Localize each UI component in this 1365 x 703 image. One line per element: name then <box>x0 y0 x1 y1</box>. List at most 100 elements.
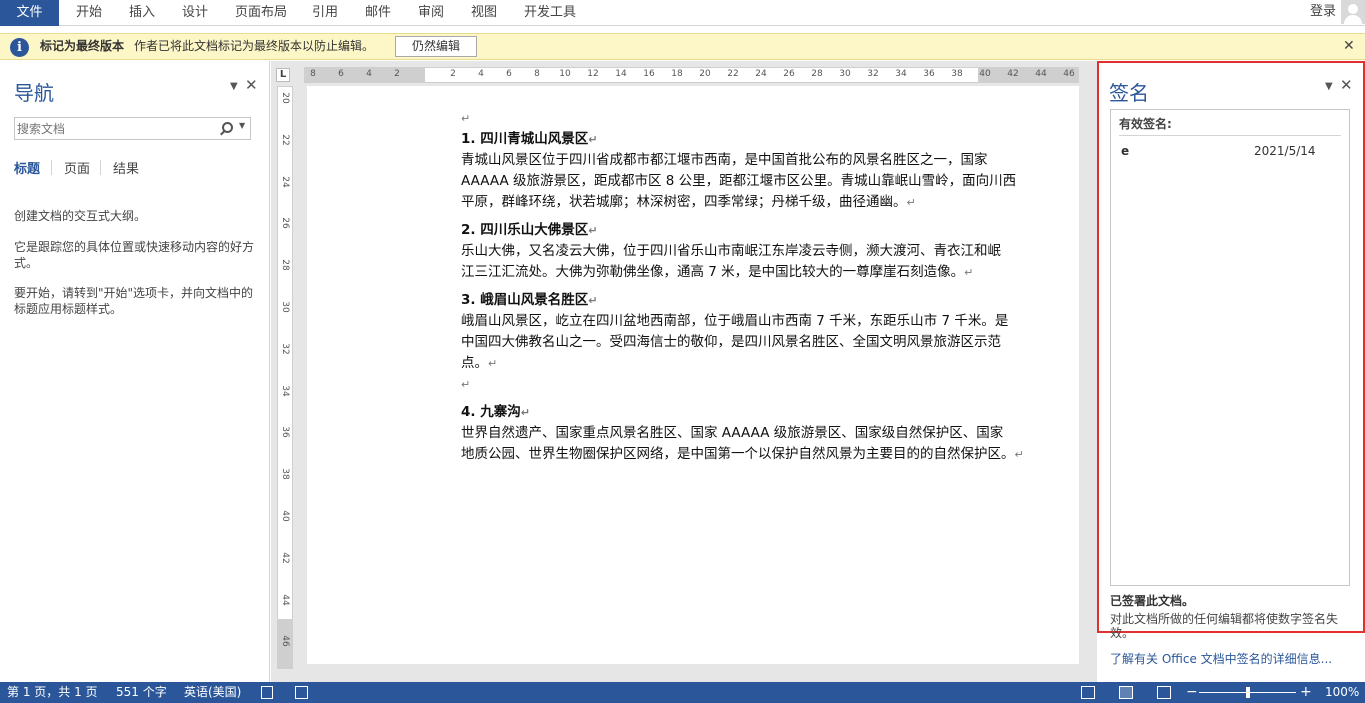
ruler-tick-label: 6 <box>506 69 512 79</box>
ruler-tick-label: 18 <box>671 69 683 79</box>
paragraph-line: 乐山大佛，又名凌云大佛，位于四川省乐山市南岷江东岸凌云寺侧，濒大渡河、青衣江和岷 <box>461 243 1001 259</box>
tab-page-layout[interactable]: 页面布局 <box>235 0 287 26</box>
tab-stop-selector[interactable]: L <box>276 68 290 82</box>
horizontal-ruler[interactable]: 8 6 4 2 2 4 6 8 10 12 14 16 18 20 22 24 26 28 30 32 34 36 38 40… <box>304 67 1079 83</box>
info-icon: i <box>10 38 29 57</box>
ruler-tick-label: 44 <box>1035 69 1047 79</box>
web-layout-icon[interactable] <box>1157 686 1171 699</box>
edit-anyway-button[interactable]: 仍然编辑 <box>395 36 477 57</box>
ruler-tick-label: 44 <box>280 593 290 606</box>
ruler-tick-label: 42 <box>280 552 290 564</box>
ruler-tick-label: 22 <box>280 134 290 146</box>
close-icon[interactable]: ✕ <box>1340 76 1353 94</box>
tab-references[interactable]: 引用 <box>312 0 338 26</box>
document-page[interactable]: ↵ 1. 四川青城山风景区↵ 青城山风景区位于四川省成都市都江堰市西南，是中国首批公… <box>307 86 1079 664</box>
signed-status: 已签署此文档。 <box>1110 594 1195 608</box>
nav-tab-results[interactable]: 结果 <box>113 158 139 177</box>
tab-review[interactable]: 审阅 <box>418 0 444 26</box>
nav-help-text: 要开始，请转到"开始"选项卡，并向文档中的标题应用标题样式。 <box>14 286 254 316</box>
ruler-tick-label: 28 <box>280 259 290 271</box>
paragraph-line: AAAAA 级旅游景区，距成都市区 8 公里，距都江堰市区公里。青城山靠岷山雪岭… <box>461 173 1017 189</box>
ruler-tick-label: 32 <box>280 343 290 355</box>
read-mode-icon[interactable] <box>1081 686 1095 699</box>
nav-help-text: 创建文档的交互式大纲。 <box>14 209 147 223</box>
document-section: 4. 九寨沟↵ 世界自然遗产、国家重点风景名胜区、国家 AAAAA 级旅游景区、国… <box>461 402 1031 465</box>
paragraph-mark-icon: ↵ <box>588 133 598 146</box>
ruler-tick-label: 34 <box>895 69 907 79</box>
language[interactable]: 英语(美国) <box>184 682 241 703</box>
ruler-tick-label: 28 <box>811 69 823 79</box>
divider <box>1119 135 1341 136</box>
ruler-tick-label: 36 <box>280 426 290 439</box>
ruler-tick-label: 22 <box>727 69 739 79</box>
document-section: 3. 峨眉山风景名胜区↵ 峨眉山风景区，屹立在四川盆地西南部，位于峨眉山市西南 7… <box>461 290 1031 395</box>
proofing-icon[interactable] <box>261 686 273 699</box>
paragraph-line: 地质公园、世界生物圈保护区网络，是中国第一个以保护自然风景为主要目的的自然保护区… <box>461 446 1015 462</box>
ruler-tick-label: 38 <box>951 69 963 79</box>
tab-view[interactable]: 视图 <box>471 0 497 26</box>
ruler-tick-label: 42 <box>1007 69 1019 79</box>
paragraph-line: 江三江汇流处。大佛为弥勒佛坐像，通高 7 米，是中国比较大的一尊摩崖石刻造像。 <box>461 264 965 280</box>
paragraph-line: 平原，群峰环绕，状若城廓；林深树密，四季常绿；丹梯千级，曲径通幽。 <box>461 194 907 210</box>
tab-design[interactable]: 设计 <box>182 0 208 26</box>
vertical-ruler[interactable]: 20 22 24 26 28 30 32 34 36 38 40 42 44 46 <box>277 86 293 669</box>
ruler-tick-label: 12 <box>587 69 599 79</box>
search-box: ▼ <box>14 117 251 140</box>
divider <box>51 160 52 175</box>
signature-list: 有效签名: e 2021/5/14 <box>1110 109 1350 586</box>
paragraph-mark-icon: ↵ <box>964 266 974 279</box>
ruler-tick-label: 26 <box>280 217 290 230</box>
tab-home[interactable]: 开始 <box>76 0 102 26</box>
zoom-slider-thumb[interactable] <box>1245 687 1250 698</box>
message-title: 标记为最终版本 <box>40 39 125 53</box>
navigation-pane: 导航 ▼ ✕ ▼ 标题 页面 结果 创建文档的交互式大纲。 它是跟踪您的具体位置… <box>0 61 270 682</box>
heading-text: 2. 四川乐山大佛景区 <box>461 222 589 238</box>
ruler-tick-label: 16 <box>643 69 655 79</box>
tab-insert[interactable]: 插入 <box>129 0 155 26</box>
signatures-pane-title: 签名 <box>1109 81 1149 105</box>
chevron-down-icon[interactable]: ▼ <box>239 121 245 130</box>
signer-name[interactable]: e <box>1121 144 1129 158</box>
empty-paragraph: ↵ <box>461 108 1031 129</box>
section-heading: 3. 峨眉山风景名胜区↵ <box>461 290 1031 311</box>
signature-warning: 对此文档所做的任何编辑都将使数字签名失效。 <box>1110 612 1339 640</box>
message-bar: i 标记为最终版本 作者已将此文档标记为最终版本以防止编辑。 仍然编辑 ✕ <box>0 33 1365 60</box>
paragraph-line: 点。 <box>461 355 488 371</box>
ruler-tick-label: 30 <box>839 69 851 79</box>
zoom-level[interactable]: 100% <box>1325 682 1359 703</box>
word-count[interactable]: 551 个字 <box>116 682 167 703</box>
zoom-out-button[interactable]: − <box>1186 682 1198 703</box>
print-layout-icon[interactable] <box>1119 686 1133 699</box>
zoom-in-button[interactable]: + <box>1300 682 1312 703</box>
paragraph-mark-icon: ↵ <box>461 378 471 391</box>
tab-mailings[interactable]: 邮件 <box>365 0 391 26</box>
paragraph-mark-icon: ↵ <box>461 112 471 125</box>
tab-developer[interactable]: 开发工具 <box>524 0 576 26</box>
paragraph-line: 青城山风景区位于四川省成都市都江堰市西南，是中国首批公布的风景名胜区之一，国家 <box>461 152 988 168</box>
empty-paragraph: ↵ <box>461 374 1031 395</box>
nav-tab-headings[interactable]: 标题 <box>14 158 40 177</box>
macro-icon[interactable] <box>295 686 308 699</box>
pane-options-icon[interactable]: ▼ <box>1325 81 1333 92</box>
divider <box>100 160 101 175</box>
search-icon[interactable] <box>222 122 233 133</box>
ruler-tick-label: 26 <box>783 69 795 79</box>
nav-tab-pages[interactable]: 页面 <box>64 158 90 177</box>
close-icon[interactable]: ✕ <box>1343 34 1355 59</box>
page-count[interactable]: 第 1 页，共 1 页 <box>7 682 98 703</box>
ruler-tick-label: 8 <box>310 69 316 79</box>
ruler-tick-label: 34 <box>280 384 290 397</box>
section-paragraph: 青城山风景区位于四川省成都市都江堰市西南，是中国首批公布的风景名胜区之一，国家 A… <box>461 150 1031 213</box>
signature-info-link[interactable]: 了解有关 Office 文档中签名的详细信息... <box>1110 650 1332 667</box>
section-heading: 2. 四川乐山大佛景区↵ <box>461 220 1031 241</box>
pane-options-icon[interactable]: ▼ <box>230 81 238 92</box>
avatar[interactable] <box>1341 0 1365 24</box>
ruler-tick-label: 8 <box>534 69 540 79</box>
section-paragraph: 世界自然遗产、国家重点风景名胜区、国家 AAAAA 级旅游景区、国家级自然保护区… <box>461 423 1031 465</box>
search-input[interactable] <box>17 119 212 138</box>
close-icon[interactable]: ✕ <box>245 76 258 94</box>
login-link[interactable]: 登录 <box>1310 0 1336 26</box>
document-body[interactable]: ↵ 1. 四川青城山风景区↵ 青城山风景区位于四川省成都市都江堰市西南，是中国首批公… <box>461 108 1031 472</box>
message-text: 作者已将此文档标记为最终版本以防止编辑。 <box>134 39 375 53</box>
tab-file[interactable]: 文件 <box>0 0 59 26</box>
